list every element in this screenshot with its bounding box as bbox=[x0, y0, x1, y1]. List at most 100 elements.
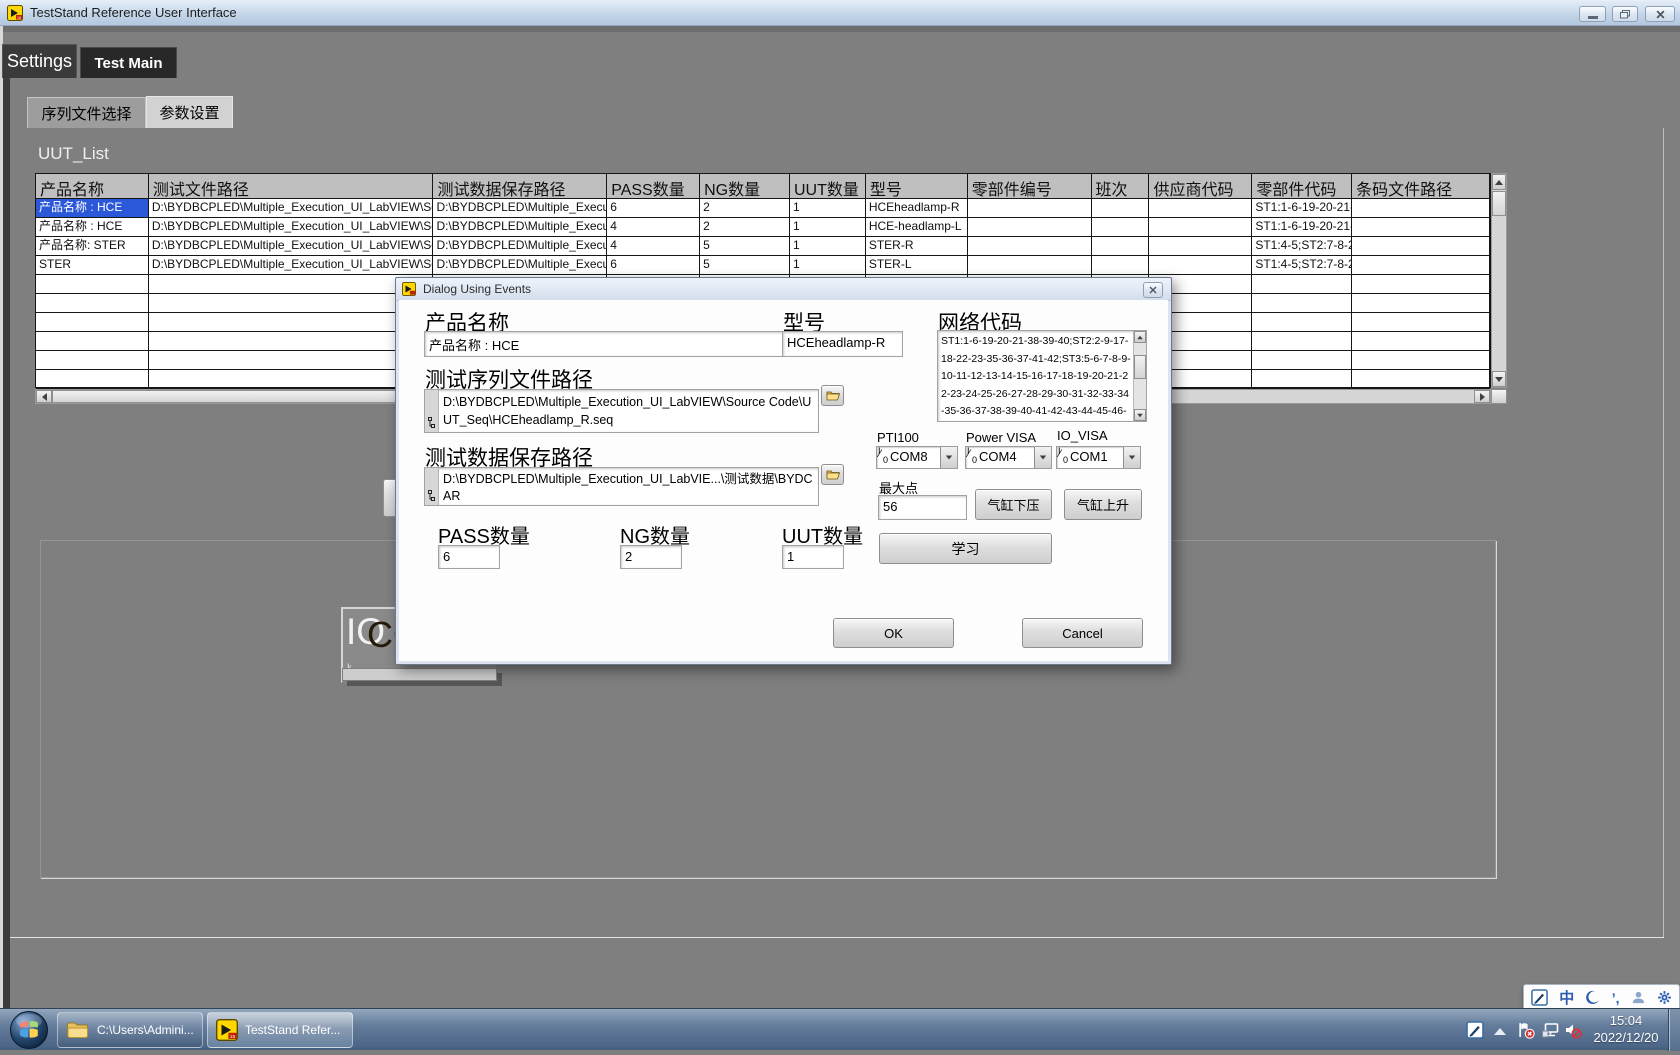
column-header[interactable]: 测试数据保存路径 bbox=[433, 174, 607, 198]
column-header[interactable]: NG数量 bbox=[700, 174, 790, 198]
cylinder-up-button[interactable]: 气缸上升 bbox=[1064, 489, 1142, 520]
table-cell[interactable] bbox=[1252, 275, 1352, 294]
table-cell[interactable] bbox=[1149, 256, 1252, 275]
table-cell[interactable]: 5 bbox=[700, 237, 790, 256]
column-header[interactable]: 测试文件路径 bbox=[149, 174, 434, 198]
column-header[interactable]: 零部件代码 bbox=[1252, 174, 1352, 198]
table-row[interactable]: STERD:\BYDBCPLED\Multiple_Execution_UI_L… bbox=[36, 256, 1490, 275]
table-cell[interactable]: STER-R bbox=[866, 237, 968, 256]
column-header[interactable]: 供应商代码 bbox=[1149, 174, 1252, 198]
ime-person-icon[interactable] bbox=[1631, 990, 1646, 1005]
table-cell[interactable]: 1 bbox=[790, 237, 866, 256]
cylinder-down-button[interactable]: 气缸下压 bbox=[975, 489, 1052, 520]
table-row[interactable]: 产品名称 : HCED:\BYDBCPLED\Multiple_Executio… bbox=[36, 199, 1490, 218]
scroll-right-button[interactable] bbox=[1474, 390, 1490, 403]
table-cell[interactable] bbox=[1352, 275, 1490, 294]
tab-settings[interactable]: Settings bbox=[2, 44, 77, 78]
table-cell[interactable]: 2 bbox=[700, 199, 790, 218]
tray-action-center-icon[interactable] bbox=[1517, 1021, 1535, 1044]
table-cell[interactable]: 产品名称 : HCE bbox=[36, 199, 149, 218]
network-scroll-down[interactable] bbox=[1134, 409, 1146, 421]
column-header[interactable]: 型号 bbox=[866, 174, 968, 198]
table-cell[interactable]: STER-L bbox=[866, 256, 968, 275]
maximize-button[interactable] bbox=[1612, 6, 1638, 22]
table-cell[interactable] bbox=[968, 199, 1092, 218]
io-visa-combo[interactable]: I⁄0 COM1 bbox=[1056, 446, 1141, 469]
table-cell[interactable] bbox=[149, 332, 434, 351]
subtab-sequence-file-select[interactable]: 序列文件选择 bbox=[27, 97, 146, 128]
table-cell[interactable] bbox=[1149, 199, 1252, 218]
column-header[interactable]: 班次 bbox=[1092, 174, 1150, 198]
table-cell[interactable] bbox=[149, 275, 434, 294]
table-cell[interactable] bbox=[1352, 313, 1490, 332]
table-vertical-scrollbar[interactable] bbox=[1491, 173, 1507, 388]
table-cell[interactable] bbox=[36, 370, 149, 389]
table-cell[interactable] bbox=[1352, 294, 1490, 313]
column-header[interactable]: 条码文件路径 bbox=[1352, 174, 1490, 198]
ime-punctuation-icon[interactable]: ’, bbox=[1612, 990, 1620, 1006]
column-header[interactable]: PASS数量 bbox=[607, 174, 700, 198]
table-cell[interactable]: 5 bbox=[700, 256, 790, 275]
table-cell[interactable] bbox=[1092, 256, 1150, 275]
minimize-button[interactable] bbox=[1579, 6, 1606, 22]
seq-path-field[interactable]: D:\BYDBCPLED\Multiple_Execution_UI_LabVI… bbox=[439, 390, 818, 432]
table-cell[interactable] bbox=[968, 218, 1092, 237]
table-cell[interactable] bbox=[1092, 199, 1150, 218]
table-cell[interactable] bbox=[1252, 370, 1352, 389]
tray-clock[interactable]: 15:04 2022/12/20 bbox=[1590, 1012, 1662, 1046]
table-cell[interactable]: 4 bbox=[607, 237, 700, 256]
table-cell[interactable] bbox=[1352, 237, 1490, 256]
table-cell[interactable]: D:\BYDBCPLED\Multiple_Execution_UI_LabVI… bbox=[149, 256, 434, 275]
table-cell[interactable]: D:\BYDBCPLED\Multiple_Execution_UI_LabVI… bbox=[149, 218, 434, 237]
close-button[interactable] bbox=[1645, 6, 1675, 22]
max-point-field[interactable]: 56 bbox=[878, 495, 967, 520]
table-cell[interactable]: D:\BYDBCPLED\Multiple_Execution_UI_LabVI… bbox=[149, 237, 434, 256]
table-cell[interactable]: 产品名称 : HCE bbox=[36, 218, 149, 237]
network-code-textarea[interactable]: ST1:1-6-19-20-21-38-39-40;ST2:2-9-17-18-… bbox=[937, 330, 1147, 422]
table-row[interactable]: 产品名称 : HCED:\BYDBCPLED\Multiple_Executio… bbox=[36, 218, 1490, 237]
table-cell[interactable]: ST1:4-5;ST2:7-8-24 bbox=[1252, 237, 1352, 256]
data-path-control[interactable]: D:\BYDBCPLED\Multiple_Execution_UI_LabVI… bbox=[424, 467, 819, 506]
table-cell[interactable] bbox=[36, 275, 149, 294]
table-cell[interactable] bbox=[1252, 313, 1352, 332]
dropdown-arrow-icon[interactable] bbox=[940, 447, 957, 468]
table-cell[interactable]: ST1:4-5;ST2:7-8-24 bbox=[1252, 256, 1352, 275]
table-cell[interactable] bbox=[1352, 332, 1490, 351]
pti100-combo[interactable]: I⁄0 COM8 bbox=[876, 446, 958, 469]
ime-chinese-mode[interactable]: 中 bbox=[1559, 987, 1574, 1008]
vertical-scroll-thumb[interactable] bbox=[1492, 191, 1506, 216]
table-cell[interactable] bbox=[1352, 199, 1490, 218]
table-cell[interactable]: HCEheadlamp-R bbox=[866, 199, 968, 218]
table-cell[interactable] bbox=[1252, 332, 1352, 351]
taskbar-button-teststand[interactable]: 15 TestStand Refer... bbox=[207, 1012, 353, 1048]
product-name-field[interactable]: 产品名称 : HCE bbox=[424, 331, 818, 357]
table-cell[interactable]: 1 bbox=[790, 218, 866, 237]
ime-moon-icon[interactable] bbox=[1585, 990, 1600, 1005]
start-button[interactable] bbox=[9, 1010, 49, 1050]
network-code-scrollbar[interactable] bbox=[1133, 331, 1146, 421]
tray-show-hidden-icons[interactable] bbox=[1494, 1028, 1506, 1035]
tray-pen-icon[interactable] bbox=[1466, 1021, 1484, 1044]
dialog-close-button[interactable] bbox=[1143, 282, 1163, 298]
ok-button[interactable]: OK bbox=[833, 618, 954, 648]
table-cell[interactable] bbox=[1149, 218, 1252, 237]
table-cell[interactable] bbox=[968, 237, 1092, 256]
data-browse-button[interactable] bbox=[821, 464, 844, 485]
column-header[interactable]: 零部件编号 bbox=[968, 174, 1092, 198]
tray-volume-muted-icon[interactable] bbox=[1564, 1021, 1582, 1044]
table-cell[interactable]: 6 bbox=[607, 256, 700, 275]
dropdown-arrow-icon[interactable] bbox=[1123, 447, 1140, 468]
ng-count-field[interactable]: 2 bbox=[620, 545, 682, 569]
table-cell[interactable]: HCE-headlamp-L bbox=[866, 218, 968, 237]
table-cell[interactable]: ST1:1-6-19-20-21- bbox=[1252, 218, 1352, 237]
table-cell[interactable]: D:\BYDBCPLED\Multiple_Execut bbox=[433, 199, 607, 218]
seq-browse-button[interactable] bbox=[821, 385, 844, 406]
taskbar-button-explorer[interactable]: C:\Users\Admini... bbox=[57, 1012, 203, 1048]
table-cell[interactable] bbox=[36, 313, 149, 332]
subtab-parameter-settings[interactable]: 参数设置 bbox=[146, 96, 233, 128]
tray-network-icon[interactable] bbox=[1541, 1021, 1560, 1044]
table-row[interactable]: 产品名称: STERD:\BYDBCPLED\Multiple_Executio… bbox=[36, 237, 1490, 256]
table-cell[interactable] bbox=[968, 256, 1092, 275]
seq-path-control[interactable]: D:\BYDBCPLED\Multiple_Execution_UI_LabVI… bbox=[424, 389, 819, 433]
show-desktop-button[interactable] bbox=[1668, 1009, 1680, 1051]
